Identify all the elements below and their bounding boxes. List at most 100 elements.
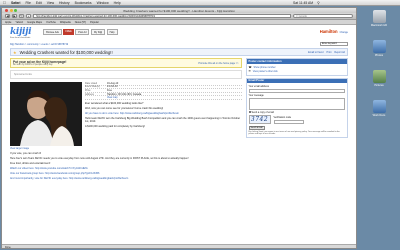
menu-help[interactable]: Help [114, 1, 121, 5]
video-link[interactable]: Watch our video here: http://www.youtube… [10, 167, 242, 170]
breadcrumb[interactable]: Kijiji Hamilton > community > events > a… [10, 43, 68, 46]
bookmark-item[interactable]: News (57) [75, 21, 86, 24]
message-label: Your message [248, 93, 264, 97]
copy-label: Send a copy of email [251, 110, 274, 114]
view-larger-link[interactable]: View larger image [10, 147, 82, 150]
my-kijiji-button[interactable]: My Kijiji [90, 29, 106, 36]
ad-actions: Email to friend Print Report Ad [308, 51, 345, 54]
keyword-input[interactable]: Enter keyword [320, 42, 348, 46]
detail-value: 21-Oct-10 [107, 85, 118, 89]
menu-bookmarks[interactable]: Bookmarks [75, 1, 92, 5]
detail-key: Date Listed [85, 81, 98, 85]
help-button[interactable]: Help [106, 29, 118, 36]
search-input[interactable]: ⚲ Google [293, 13, 353, 19]
clock[interactable]: Sat 11:45 AM [293, 1, 313, 5]
status-text: Done [5, 246, 11, 249]
reply-panel: Email Poster Your email address Your mes… [245, 77, 348, 139]
copy-checkbox[interactable] [248, 111, 251, 114]
bookmark-item[interactable]: Apple [5, 21, 11, 24]
browse-ads-button[interactable]: Browse Ads [43, 29, 62, 36]
page-content: kijiji Free local classifieds Browse Ads… [2, 25, 356, 243]
facebook-link[interactable]: Vote our Facebook group here: http://www… [10, 172, 242, 175]
ad-photo[interactable] [10, 82, 82, 146]
show-phone-link[interactable]: Show phone number [254, 66, 276, 69]
menu-file[interactable]: File [25, 1, 30, 5]
post-ad-button[interactable]: Post Ad [75, 29, 90, 36]
reload-icon[interactable]: ↻ [19, 13, 24, 19]
bookmark-item[interactable]: Wikipedia [60, 21, 71, 24]
menu-history[interactable]: History [59, 1, 70, 5]
email-friend-link[interactable]: Email to friend [308, 51, 323, 54]
address-bar[interactable]: http://hamilton.kijiji.ca/c-events-Weddi… [33, 13, 291, 19]
report-ad-link[interactable]: Report Ad [334, 51, 345, 54]
spotlight-icon[interactable]: ⚲ [317, 1, 319, 5]
message-textarea[interactable] [248, 97, 345, 110]
print-link[interactable]: Print [326, 51, 331, 54]
desktop-icon-label: Pictures [374, 84, 384, 87]
logo-block[interactable]: kijiji Free local classifieds [10, 27, 32, 39]
desktop-icon[interactable]: Photos [361, 40, 397, 57]
bookmark-item[interactable]: Popular [90, 21, 99, 24]
bookmark-item[interactable]: YouTube [46, 21, 56, 24]
desktop-icon[interactable]: Pictures [361, 70, 397, 87]
ad-paragraph: Free food, drinks and entertainment! [10, 161, 51, 165]
detail-value: 16-Aug-10 [107, 81, 119, 85]
bookmark-item[interactable]: Yahoo! [15, 21, 23, 24]
captcha-input[interactable] [273, 119, 304, 124]
send-email-button[interactable]: Send Email [248, 125, 265, 130]
vote-link[interactable]: All you have to do is vote here: http://… [85, 112, 242, 115]
change-city-link[interactable]: Change [340, 31, 348, 34]
poster-panel: Poster contact information ☎ Show phone n… [245, 58, 348, 76]
couple-photo-icon [10, 82, 82, 146]
menubar:  Safari File Edit View History Bookmark… [0, 0, 400, 6]
folder-icon [372, 40, 386, 53]
category-nav: Browse Ads FREE Post Ad My Kijiji Help [43, 29, 118, 36]
window-title: Wedding Crashers wanted for $100,000 wed… [123, 8, 235, 13]
folder-icon [372, 100, 386, 113]
detail-key: Address [85, 92, 94, 96]
toolbar: ◀ ▶ ↻ + http://hamilton.kijiji.ca/c-even… [2, 13, 356, 20]
back-button[interactable]: ◀ [5, 13, 10, 19]
phone-icon: ☎ [248, 66, 252, 70]
desktop-icon[interactable]: Work Docs [361, 100, 397, 117]
sponsored-links: Sponsored Links [10, 70, 242, 79]
desktop-icon-label: Photos [374, 54, 384, 57]
from-label: Your email address [248, 84, 269, 88]
detail-row: View map [85, 96, 242, 100]
email-field[interactable] [248, 88, 345, 93]
main-columns: Put your ad on the Kijiji homepage! Be s… [10, 58, 348, 181]
browser-window: Wedding Crashers wanted for $100,000 wed… [1, 7, 357, 249]
other-ads-link[interactable]: View poster's other Ads [253, 70, 278, 73]
add-bookmark-icon[interactable]: + [26, 13, 31, 19]
ad-paragraph: Hello team KEVIC won the Carlsberg Big W… [85, 117, 241, 124]
city-name: Hamilton [319, 29, 338, 34]
detail-key: Event Date(s) [85, 85, 100, 89]
captcha-image: 3742 [248, 115, 271, 125]
promote-link[interactable]: Promote this ad on the home page >> [198, 62, 238, 65]
captcha-row: 3742 Verification code [248, 115, 345, 125]
menu-window[interactable]: Window [97, 1, 109, 5]
view-map-link[interactable]: View map [107, 96, 117, 99]
menu-view[interactable]: View [47, 1, 54, 5]
contact-column: Poster contact information ☎ Show phone n… [245, 58, 348, 181]
vote-link[interactable]: And most importantly, vote for KEVIC eve… [10, 177, 242, 180]
bookmark-item[interactable]: Google Maps [27, 21, 42, 24]
post-ad-badge[interactable]: FREE [63, 29, 74, 36]
forward-button[interactable]: ▶ [12, 13, 17, 19]
menu-app[interactable]: Safari [11, 1, 20, 5]
detail-key: Price [85, 88, 91, 92]
ad-paragraph: Here Kev's own Team KEVIC needs you to v… [10, 156, 189, 160]
apple-icon[interactable]:  [3, 0, 6, 5]
search-placeholder: Google [298, 14, 307, 18]
location-area: Hamilton Change [320, 29, 348, 34]
ad-paragraph: If you vote, you can crash it! [10, 151, 42, 155]
menu-edit[interactable]: Edit [36, 1, 42, 5]
title-bar: Wedding Crashers wanted for $100,000 wed… [2, 8, 356, 13]
site-logo[interactable]: kijiji [10, 27, 32, 37]
ad-paragraph: A $100,000 wedding paid for completely b… [85, 125, 145, 129]
ad-details: Date Listed 16-Aug-10 Event Date(s) 21-Oct… [85, 82, 242, 150]
ad-body: View larger image Date Listed 16-Aug-10 E… [10, 82, 242, 150]
star-icon[interactable]: ★ [13, 50, 17, 55]
ad-title-bar: ★ Wedding Crashers wanted for $100,000 w… [10, 48, 348, 56]
desktop-icon[interactable]: Macintosh HD [361, 10, 397, 27]
